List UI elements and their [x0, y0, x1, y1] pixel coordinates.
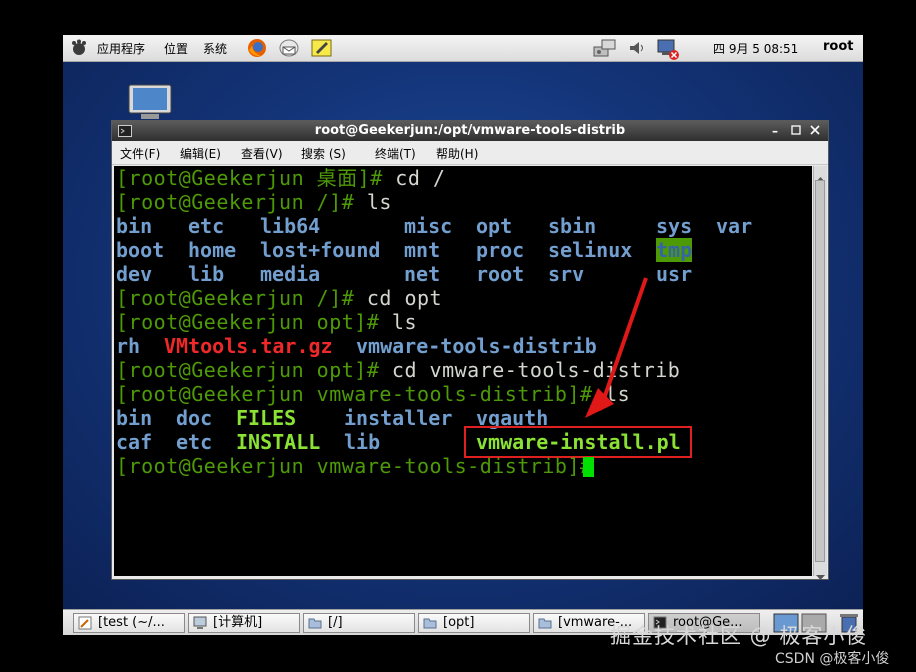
menu-system[interactable]: 系统	[203, 40, 227, 57]
volume-icon[interactable]	[628, 39, 646, 60]
taskbar-item[interactable]: [test (~/...	[73, 613, 185, 633]
csdn-watermark: CSDN @极客小俊	[775, 651, 890, 667]
menu-search[interactable]: 搜索 (S)	[301, 145, 346, 162]
menu-edit[interactable]: 编辑(E)	[180, 145, 221, 162]
scroll-down-icon[interactable]	[816, 566, 825, 585]
taskbar-item-label: [opt]	[443, 615, 475, 630]
minimize-icon[interactable]: –	[772, 124, 778, 138]
watermark: 掘金技术社区 @ 极客小俊	[610, 624, 868, 648]
close-icon[interactable]	[810, 124, 820, 139]
clock[interactable]: 四 9月 5 08:51	[713, 40, 798, 57]
menu-places[interactable]: 位置	[164, 40, 188, 57]
window-title: root@Geekerjun:/opt/vmware-tools-distrib	[314, 123, 626, 138]
vm-screen: 应用程序 位置 系统 四 9月 5 08:51 root root@Geeker…	[63, 35, 863, 635]
scroll-thumb[interactable]	[815, 180, 825, 562]
menu-help[interactable]: 帮助(H)	[436, 145, 478, 162]
taskbar-item-label: [test (~/...	[98, 615, 165, 630]
terminal-titlebar[interactable]: root@Geekerjun:/opt/vmware-tools-distrib…	[112, 121, 828, 141]
folder-icon	[423, 616, 437, 632]
gnome-foot-icon[interactable]	[70, 39, 88, 60]
menu-terminal[interactable]: 终端(T)	[375, 145, 416, 162]
folder-icon	[308, 616, 322, 632]
note-editor-icon[interactable]	[311, 38, 333, 61]
taskbar-item[interactable]: [/]	[303, 613, 415, 633]
folder-icon	[538, 616, 552, 632]
top-panel: 应用程序 位置 系统 四 9月 5 08:51 root	[63, 35, 863, 62]
terminal-scrollbar[interactable]	[813, 166, 827, 580]
terminal-menubar: 文件(F) 编辑(E) 查看(V) 搜索 (S) 终端(T) 帮助(H)	[112, 141, 828, 165]
network-disconnected-icon[interactable]	[656, 38, 680, 63]
taskbar-item-label: [计算机]	[213, 615, 263, 630]
firefox-icon[interactable]	[247, 38, 267, 61]
taskbar-item[interactable]: [opt]	[418, 613, 530, 633]
computer-icon	[193, 616, 207, 632]
menu-file[interactable]: 文件(F)	[120, 145, 160, 162]
taskbar-item-label: [/]	[328, 615, 343, 630]
terminal-window: root@Geekerjun:/opt/vmware-tools-distrib…	[111, 120, 829, 580]
terminal-output[interactable]: [root@Geekerjun 桌面]# cd / [root@Geekerju…	[114, 166, 812, 576]
mail-icon[interactable]	[278, 38, 300, 61]
maximize-icon[interactable]	[791, 124, 801, 139]
annotation-arrow-icon	[585, 277, 648, 418]
menu-view[interactable]: 查看(V)	[241, 145, 283, 162]
user-menu[interactable]: root	[823, 39, 854, 54]
taskbar-item[interactable]: [计算机]	[188, 613, 300, 633]
network-icon[interactable]	[593, 38, 617, 61]
menu-applications[interactable]: 应用程序	[97, 40, 145, 57]
text-editor-icon	[78, 616, 92, 632]
